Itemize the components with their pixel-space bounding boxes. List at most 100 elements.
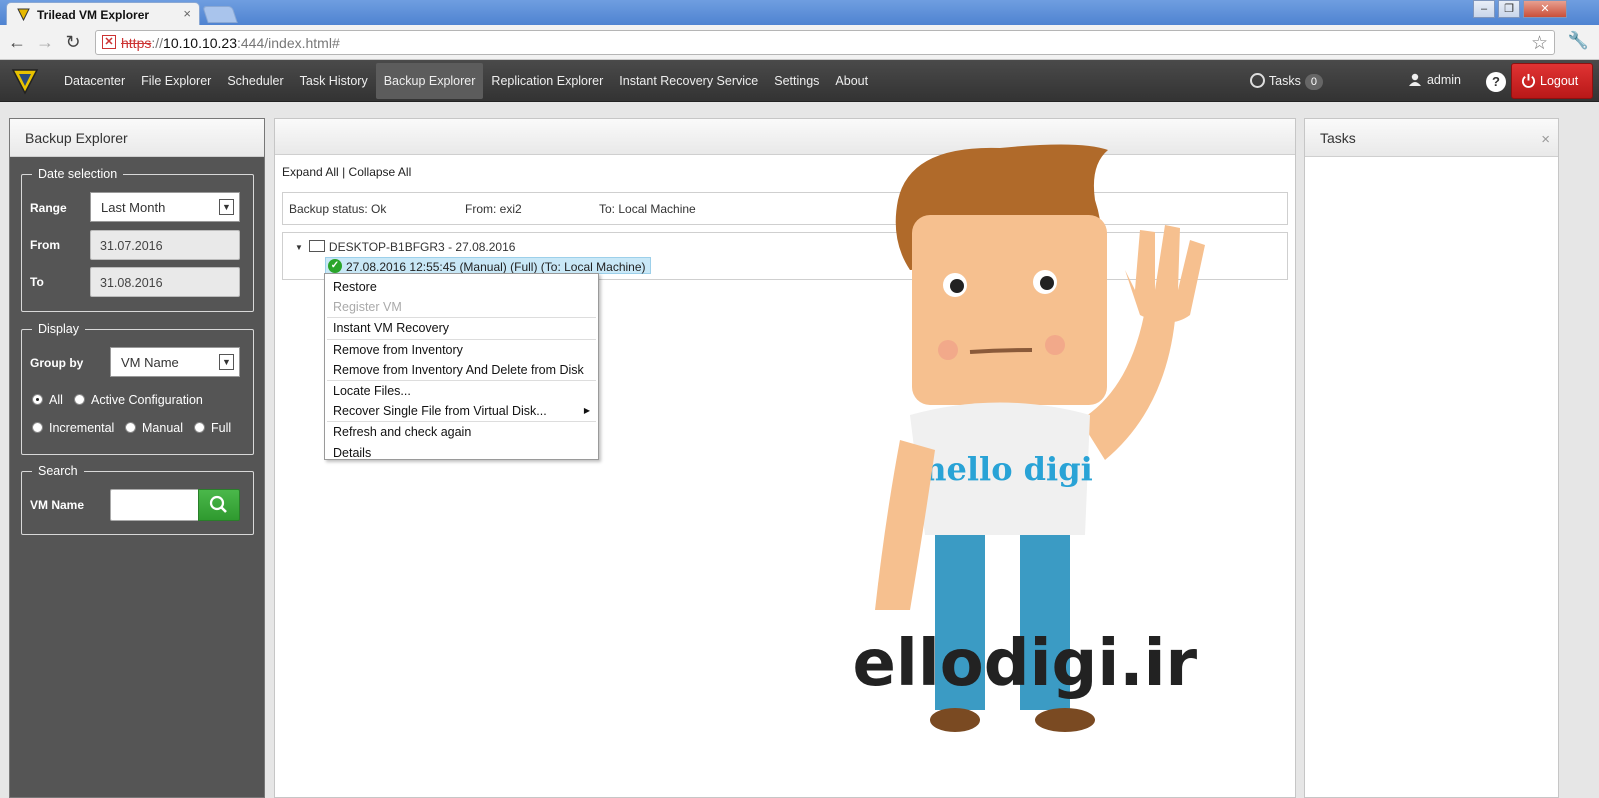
shirt-text: hello digi [923, 450, 1092, 488]
menu-item-refresh[interactable]: Refresh and check again [325, 422, 598, 442]
expand-all-link[interactable]: Expand All [282, 165, 339, 179]
backup-status-text: Backup status: Ok [289, 202, 387, 216]
nav-instant-recovery-service[interactable]: Instant Recovery Service [611, 60, 766, 102]
browser-tab[interactable]: Trilead VM Explorer × [6, 2, 200, 25]
tree-node-vm[interactable]: ▼ DESKTOP-B1BFGR3 - 27.08.2016 [295, 240, 515, 254]
context-menu: Restore Register VM Instant VM Recovery … [324, 273, 599, 460]
nav-scheduler[interactable]: Scheduler [219, 60, 291, 102]
tasks-link[interactable]: Tasks 0 [1249, 73, 1323, 90]
expand-triangle-icon[interactable]: ▼ [295, 243, 303, 252]
radio-incremental[interactable]: Incremental [32, 421, 114, 435]
chevron-down-icon[interactable]: ▼ [219, 354, 234, 370]
radio-dot[interactable] [32, 394, 43, 405]
panel-title: Backup Explorer [10, 119, 264, 157]
logout-button[interactable]: Logout [1511, 63, 1593, 99]
radio-label: Full [211, 421, 232, 435]
new-tab-button[interactable] [202, 6, 238, 23]
reload-icon[interactable]: ↻ [62, 31, 84, 53]
tree-child-label: 27.08.2016 12:55:45 (Manual) (Full) (To:… [346, 260, 646, 274]
radio-label: Active Configuration [91, 393, 203, 407]
from-label: From [30, 238, 60, 252]
radio-all[interactable]: All [32, 393, 63, 407]
range-label: Range [30, 201, 67, 215]
tree-node-backup[interactable]: ✓ 27.08.2016 12:55:45 (Manual) (Full) (To… [325, 257, 651, 274]
tab-close-icon[interactable]: × [183, 6, 191, 21]
radio-full[interactable]: Full [194, 421, 231, 435]
tasks-panel: Tasks × [1304, 118, 1559, 798]
display-group: Display [21, 322, 254, 455]
tab-title: Trilead VM Explorer [37, 8, 150, 22]
menu-item-recover-single-file[interactable]: Recover Single File from Virtual Disk...… [325, 401, 598, 421]
radio-active-configuration[interactable]: Active Configuration [74, 393, 203, 407]
chevron-down-icon[interactable]: ▼ [219, 199, 234, 215]
search-icon [209, 495, 227, 513]
menu-item-instant-vm-recovery[interactable]: Instant VM Recovery [325, 318, 598, 338]
date-selection-legend: Date selection [38, 167, 118, 181]
back-arrow-icon[interactable]: ← [6, 31, 28, 53]
menu-item-restore[interactable]: Restore [325, 277, 598, 297]
radio-label: Incremental [49, 421, 115, 435]
submenu-arrow-icon: ▶ [583, 406, 590, 416]
site-watermark-text: hellodigi.ir [850, 627, 1198, 701]
menu-item-locate-files[interactable]: Locate Files... [325, 381, 598, 401]
from-date-field[interactable]: 31.07.2016 [90, 230, 240, 260]
menu-item-remove-from-inventory[interactable]: Remove from Inventory [325, 340, 598, 360]
logout-label: Logout [1540, 74, 1579, 88]
from-text: From: exi2 [465, 202, 522, 216]
nav-datacenter[interactable]: Datacenter [56, 60, 133, 102]
url-text: https://10.10.10.23:444/index.html# [121, 35, 340, 51]
nav-settings[interactable]: Settings [766, 60, 827, 102]
nav-about[interactable]: About [827, 60, 876, 102]
collapse-all-link[interactable]: Collapse All [349, 165, 412, 179]
close-icon[interactable]: × [1541, 131, 1550, 148]
maximize-button[interactable]: ❐ [1498, 0, 1520, 18]
close-window-button[interactable]: ✕ [1523, 0, 1567, 18]
radio-dot[interactable] [74, 394, 85, 405]
bookmark-star-icon[interactable]: ☆ [1531, 32, 1548, 55]
nav-task-history[interactable]: Task History [292, 60, 376, 102]
forward-arrow-icon[interactable]: → [34, 31, 56, 53]
radio-dot[interactable] [194, 422, 205, 433]
gauge-icon [1249, 73, 1265, 88]
wrench-icon[interactable]: 🔧 [1568, 31, 1589, 51]
power-icon [1521, 73, 1536, 88]
help-icon[interactable]: ? [1486, 72, 1506, 92]
menu-item-details[interactable]: Details [325, 443, 598, 463]
to-text: To: Local Machine [599, 202, 696, 216]
range-value: Last Month [101, 200, 166, 215]
address-bar[interactable]: ✕ https://10.10.10.23:444/index.html# ☆ [95, 30, 1555, 55]
tasks-label: Tasks [1268, 74, 1301, 88]
success-check-icon: ✓ [328, 259, 342, 273]
trilead-favicon-icon [17, 8, 30, 21]
group-by-label: Group by [30, 356, 84, 370]
to-label: To [30, 275, 44, 289]
user-icon [1408, 73, 1421, 86]
range-select[interactable]: Last Month ▼ [90, 192, 240, 222]
nav-file-explorer[interactable]: File Explorer [133, 60, 219, 102]
browser-toolbar: ← → ↻ ✕ https://10.10.10.23:444/index.ht… [0, 25, 1599, 60]
main-menu: Datacenter File Explorer Scheduler Task His… [56, 60, 876, 102]
to-date-field[interactable]: 31.08.2016 [90, 267, 240, 297]
nav-replication-explorer[interactable]: Replication Explorer [483, 60, 611, 102]
vm-name-search-input[interactable] [110, 489, 200, 521]
user-menu[interactable]: admin [1408, 73, 1461, 87]
menu-item-label: Recover Single File from Virtual Disk... [333, 404, 547, 419]
menu-item-remove-and-delete[interactable]: Remove from Inventory And Delete from Di… [325, 360, 598, 380]
computer-icon [308, 240, 325, 252]
radio-dot[interactable] [125, 422, 136, 433]
group-by-value: VM Name [121, 355, 179, 370]
trilead-logo-icon[interactable] [10, 66, 40, 96]
display-legend: Display [38, 322, 79, 336]
browser-tabbar: Trilead VM Explorer × – ❐ ✕ [0, 0, 1599, 25]
tasks-panel-title: Tasks [1305, 119, 1558, 157]
search-button[interactable] [198, 489, 240, 521]
group-by-select[interactable]: VM Name ▼ [110, 347, 240, 377]
vm-name-label: VM Name [30, 498, 85, 512]
nav-backup-explorer[interactable]: Backup Explorer [375, 63, 484, 99]
minimize-button[interactable]: – [1473, 0, 1495, 18]
insecure-lock-icon[interactable]: ✕ [102, 35, 116, 49]
radio-label: Manual [142, 421, 183, 435]
radio-manual[interactable]: Manual [125, 421, 183, 435]
radio-dot[interactable] [32, 422, 43, 433]
tree-node-label: DESKTOP-B1BFGR3 - 27.08.2016 [328, 240, 516, 254]
